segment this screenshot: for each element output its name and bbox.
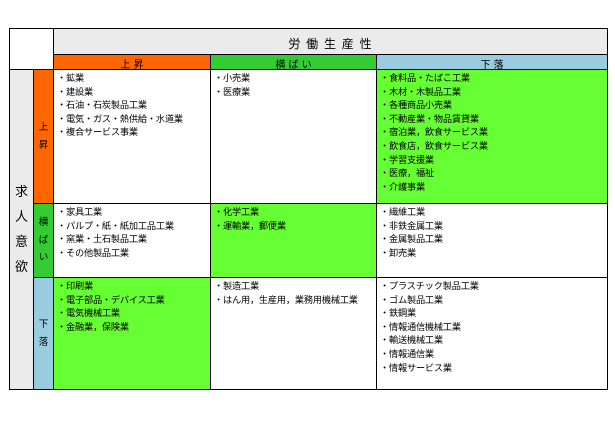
row-axis-char: 求: [14, 184, 28, 200]
cell-row-rise-col-flat: ・小売業 ・医療業: [210, 69, 377, 204]
list-item: ・不動産業・物品賃貸業: [380, 113, 479, 125]
list-item: ・木材・木製品工業: [380, 86, 461, 98]
row-axis-char: 欲: [14, 259, 28, 275]
cell-row-flat-col-rise: ・家具工業・パルプ・紙・紙加工品工業 ・窯業・土石製品工業 ・その他製品工業: [53, 203, 211, 278]
list-item: ・電気・ガス・熱供給・水道業: [57, 113, 183, 125]
list-item: ・印刷業: [57, 281, 93, 292]
industry-list: ・家具工業・パルプ・紙・紙加工品工業 ・窯業・土石製品工業 ・その他製品工業: [54, 204, 210, 260]
cell-row-fall-col-fall: ・プラスチック製品工業 ・ゴム製品工業 ・鉄鋼業 ・情報通信機械工業 ・輸送機械工業 ・情…: [376, 277, 608, 390]
row-header-char: 横: [38, 217, 49, 229]
cell-row-fall-col-rise: ・印刷業・電子部品・デバイス工業 ・電気機械工業 ・金融業，保険業: [53, 277, 211, 390]
cell-row-flat-col-flat: ・化学工業・運輸業，郵便業: [210, 203, 377, 278]
list-item: ・学習支援業: [380, 154, 434, 166]
list-item: ・複合サービス事業: [57, 127, 138, 139]
corner-cell: [9, 28, 53, 70]
row-axis-label: 求人意欲: [9, 69, 34, 390]
cell-row-fall-col-flat: ・製造工業・はん用，生産用，業務用機械工業: [210, 277, 377, 390]
list-item: ・輸送機械工業: [380, 335, 443, 347]
list-item: ・窯業・土石製品工業: [57, 234, 147, 246]
list-item: ・鉱業: [57, 73, 84, 84]
list-item: ・金属製品工業: [380, 234, 443, 246]
industry-list: ・繊維工業・非鉄金属工業 ・金属製品工業 ・卸売業: [377, 204, 607, 260]
list-item: ・情報通信業: [380, 348, 434, 360]
list-item: ・卸売業: [380, 247, 416, 259]
list-item: ・化学工業: [214, 207, 259, 218]
list-item: ・各種商品小売業: [380, 100, 452, 112]
list-item: ・ゴム製品工業: [380, 294, 443, 306]
column-header-col-flat: 横 ば い: [210, 54, 377, 71]
list-item: ・情報サービス業: [380, 362, 452, 374]
productivity-matrix: 労 働 生 産 性 上 昇横 ば い下 落 求人意欲 上昇・鉱業 ・建設業 ・石油・…: [9, 28, 608, 390]
row-header-char: い: [38, 252, 49, 264]
cell-row-rise-col-fall: ・食料品・たばこ工業 ・木材・木製品工業 ・各種商品小売業 ・不動産業・物品賃貸業 ・宿…: [376, 69, 608, 204]
list-item: ・医療，福祉: [380, 168, 434, 180]
list-item: ・食料品・たばこ工業: [380, 73, 470, 84]
row-header-row-fall: 下落: [33, 277, 54, 390]
list-item: ・プラスチック製品工業: [380, 281, 479, 292]
cell-row-rise-col-rise: ・鉱業・建設業・石油・石炭製品工業 ・電気・ガス・熱供給・水道業 ・複合サービス事業: [53, 69, 211, 204]
list-item: ・その他製品工業: [57, 247, 129, 259]
row-axis-char: 意: [14, 234, 28, 250]
column-header-col-rise: 上 昇: [53, 54, 211, 71]
list-item: ・パルプ・紙・紙加工品工業: [57, 220, 174, 232]
industry-list: ・印刷業・電子部品・デバイス工業 ・電気機械工業 ・金融業，保険業: [54, 278, 210, 334]
list-item: ・運輸業，郵便業: [214, 220, 286, 232]
list-item: ・製造工業: [214, 281, 259, 292]
list-item: ・電子部品・デバイス工業: [57, 294, 165, 306]
list-item: ・金融業，保険業: [57, 321, 129, 333]
list-item: ・介護事業: [380, 181, 425, 193]
list-item: ・飲食店，飲食サービス業: [380, 140, 488, 152]
row-header-char: 下: [38, 319, 49, 330]
row-header-row-rise: 上昇: [33, 69, 54, 204]
cell-row-flat-col-fall: ・繊維工業・非鉄金属工業 ・金属製品工業 ・卸売業: [376, 203, 608, 278]
row-header-char: 昇: [38, 139, 49, 151]
industry-list: ・鉱業・建設業・石油・石炭製品工業 ・電気・ガス・熱供給・水道業 ・複合サービス事業: [54, 70, 210, 140]
row-header-char: 落: [38, 336, 49, 348]
column-header-col-fall: 下 落: [376, 54, 608, 71]
list-item: ・石油・石炭製品工業: [57, 100, 147, 112]
row-header-char: 上: [38, 122, 49, 133]
list-item: ・情報通信機械工業: [380, 321, 461, 333]
list-item: ・医療業: [214, 86, 250, 98]
list-item: ・電気機械工業: [57, 308, 120, 320]
row-header-char: ば: [38, 234, 49, 246]
industry-list: ・プラスチック製品工業 ・ゴム製品工業 ・鉄鋼業 ・情報通信機械工業 ・輸送機械工業 ・情…: [377, 278, 607, 375]
industry-list: ・製造工業・はん用，生産用，業務用機械工業: [211, 278, 376, 307]
list-item: ・宿泊業，飲食サービス業: [380, 127, 488, 139]
list-item: ・家具工業: [57, 207, 102, 218]
list-item: ・小売業: [214, 73, 250, 84]
industry-list: ・化学工業・運輸業，郵便業: [211, 204, 376, 233]
list-item: ・建設業: [57, 86, 93, 98]
page-title: 労 働 生 産 性: [288, 37, 373, 51]
row-axis-char: 人: [14, 209, 28, 225]
industry-list: ・小売業 ・医療業: [211, 70, 376, 99]
industry-list: ・食料品・たばこ工業 ・木材・木製品工業 ・各種商品小売業 ・不動産業・物品賃貸業 ・宿…: [377, 70, 607, 194]
list-item: ・鉄鋼業: [380, 308, 416, 320]
list-item: ・非鉄金属工業: [380, 220, 443, 232]
list-item: ・はん用，生産用，業務用機械工業: [214, 294, 358, 306]
row-header-row-flat: 横ばい: [33, 203, 54, 278]
list-item: ・繊維工業: [380, 207, 425, 218]
title-header: 労 働 生 産 性: [53, 28, 608, 55]
